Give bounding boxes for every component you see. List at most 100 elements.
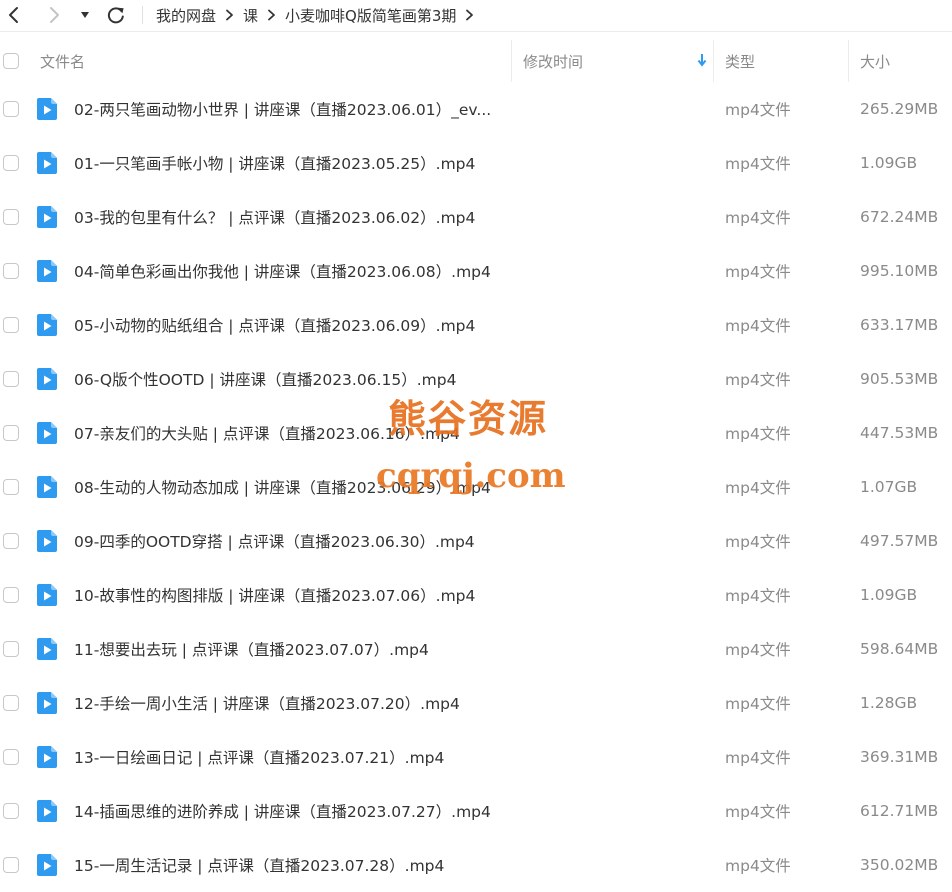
row-checkbox[interactable] — [3, 695, 19, 711]
file-name[interactable]: 03-我的包里有什么？ | 点评课（直播2023.06.02）.mp4 — [74, 190, 504, 244]
file-name[interactable]: 12-手绘一周小生活 | 讲座课（直播2023.07.20）.mp4 — [74, 676, 504, 730]
table-row[interactable]: 02-两只笔画动物小世界 | 讲座课（直播2023.06.01）_ev... mp… — [0, 82, 952, 136]
row-checkbox-cell — [0, 136, 28, 190]
row-checkbox[interactable] — [3, 857, 19, 873]
row-checkbox[interactable] — [3, 641, 19, 657]
row-checkbox[interactable] — [3, 803, 19, 819]
file-size: 672.24MB — [860, 208, 939, 226]
file-icon-cell — [36, 784, 62, 838]
file-type: mp4文件 — [725, 425, 791, 443]
chevron-left-icon — [9, 7, 18, 23]
file-type: mp4文件 — [725, 533, 791, 551]
file-icon-cell — [36, 514, 62, 568]
row-checkbox[interactable] — [3, 587, 19, 603]
table-row[interactable]: 01-一只笔画手帐小物 | 讲座课（直播2023.05.25）.mp4 mp4文件… — [0, 136, 952, 190]
table-row[interactable]: 14-插画思维的进阶养成 | 讲座课（直播2023.07.27）.mp4 mp4文… — [0, 784, 952, 838]
chevron-right-icon — [226, 9, 233, 21]
file-name[interactable]: 15-一周生活记录 | 点评课（直播2023.07.28）.mp4 — [74, 838, 504, 892]
file-name[interactable]: 02-两只笔画动物小世界 | 讲座课（直播2023.06.01）_ev... — [74, 82, 504, 136]
row-checkbox-cell — [0, 352, 28, 406]
column-header-size[interactable]: 大小 — [848, 40, 952, 82]
row-checkbox[interactable] — [3, 263, 19, 279]
row-checkbox-cell — [0, 622, 28, 676]
file-name[interactable]: 04-简单色彩画出你我他 | 讲座课（直播2023.06.08）.mp4 — [74, 244, 504, 298]
file-type: mp4文件 — [725, 857, 791, 875]
file-name[interactable]: 01-一只笔画手帐小物 | 讲座课（直播2023.05.25）.mp4 — [74, 136, 504, 190]
chevron-right-icon — [50, 7, 59, 23]
file-icon-cell — [36, 460, 62, 514]
video-file-icon — [37, 530, 57, 552]
file-size: 447.53MB — [860, 424, 939, 442]
file-icon-cell — [36, 298, 62, 352]
file-name[interactable]: 06-Q版个性OOTD | 讲座课（直播2023.06.15）.mp4 — [74, 352, 504, 406]
file-name[interactable]: 05-小动物的贴纸组合 | 点评课（直播2023.06.09）.mp4 — [74, 298, 504, 352]
row-checkbox[interactable] — [3, 101, 19, 117]
breadcrumb-item-current-folder[interactable]: 小麦咖啡Q版简笔画第3期 — [285, 5, 456, 26]
file-name[interactable]: 08-生动的人物动态加成 | 讲座课（直播2023.06.29）.mp4 — [74, 460, 504, 514]
chevron-right-icon — [268, 9, 275, 21]
row-checkbox-cell — [0, 730, 28, 784]
file-name[interactable]: 09-四季的OOTD穿搭 | 点评课（直播2023.06.30）.mp4 — [74, 514, 504, 568]
breadcrumb-item-course[interactable]: 课 — [243, 5, 258, 26]
row-checkbox[interactable] — [3, 317, 19, 333]
table-row[interactable]: 12-手绘一周小生活 | 讲座课（直播2023.07.20）.mp4 mp4文件 1… — [0, 676, 952, 730]
file-type: mp4文件 — [725, 695, 791, 713]
file-icon-cell — [36, 622, 62, 676]
select-all-checkbox[interactable] — [3, 53, 19, 69]
row-checkbox[interactable] — [3, 479, 19, 495]
file-size: 1.28GB — [860, 694, 918, 712]
row-checkbox[interactable] — [3, 749, 19, 765]
table-row[interactable]: 15-一周生活记录 | 点评课（直播2023.07.28）.mp4 mp4文件 35… — [0, 838, 952, 892]
file-list-header: 文件名 修改时间 类型 大小 — [0, 40, 952, 82]
table-row[interactable]: 05-小动物的贴纸组合 | 点评课（直播2023.06.09）.mp4 mp4文件… — [0, 298, 952, 352]
file-name[interactable]: 14-插画思维的进阶养成 | 讲座课（直播2023.07.27）.mp4 — [74, 784, 504, 838]
breadcrumb-item-my-drive[interactable]: 我的网盘 — [156, 5, 216, 26]
column-header-modified[interactable]: 修改时间 — [511, 40, 713, 82]
file-name[interactable]: 11-想要出去玩 | 点评课（直播2023.07.07）.mp4 — [74, 622, 504, 676]
video-file-icon — [37, 98, 57, 120]
back-button[interactable] — [0, 2, 28, 28]
file-size: 612.71MB — [860, 802, 939, 820]
toolbar-divider — [142, 6, 143, 24]
file-icon-cell — [36, 190, 62, 244]
table-row[interactable]: 11-想要出去玩 | 点评课（直播2023.07.07）.mp4 mp4文件 598… — [0, 622, 952, 676]
table-row[interactable]: 07-亲友们的大头贴 | 点评课（直播2023.06.16）.mp4 mp4文件 4… — [0, 406, 952, 460]
row-checkbox-cell — [0, 676, 28, 730]
file-size: 369.31MB — [860, 748, 939, 766]
row-checkbox[interactable] — [3, 155, 19, 171]
file-icon-cell — [36, 406, 62, 460]
breadcrumb-separator — [225, 9, 234, 21]
file-size: 265.29MB — [860, 100, 939, 118]
refresh-button[interactable] — [102, 2, 130, 28]
sort-down-arrow-icon[interactable] — [697, 53, 707, 67]
file-type: mp4文件 — [725, 371, 791, 389]
table-row[interactable]: 13-一日绘画日记 | 点评课（直播2023.07.21）.mp4 mp4文件 36… — [0, 730, 952, 784]
history-dropdown-button[interactable] — [74, 2, 96, 28]
table-row[interactable]: 10-故事性的构图排版 | 讲座课（直播2023.07.06）.mp4 mp4文件… — [0, 568, 952, 622]
file-name[interactable]: 10-故事性的构图排版 | 讲座课（直播2023.07.06）.mp4 — [74, 568, 504, 622]
file-type: mp4文件 — [725, 263, 791, 281]
row-checkbox[interactable] — [3, 533, 19, 549]
refresh-icon — [107, 7, 124, 24]
row-checkbox-cell — [0, 244, 28, 298]
file-list: 02-两只笔画动物小世界 | 讲座课（直播2023.06.01）_ev...mp… — [0, 82, 952, 892]
table-row[interactable]: 06-Q版个性OOTD | 讲座课（直播2023.06.15）.mp4 mp4文件… — [0, 352, 952, 406]
row-checkbox[interactable] — [3, 371, 19, 387]
table-row[interactable]: 09-四季的OOTD穿搭 | 点评课（直播2023.06.30）.mp4 mp4文… — [0, 514, 952, 568]
table-row[interactable]: 03-我的包里有什么？ | 点评课（直播2023.06.02）.mp4 mp4文件… — [0, 190, 952, 244]
file-name[interactable]: 13-一日绘画日记 | 点评课（直播2023.07.21）.mp4 — [74, 730, 504, 784]
row-checkbox[interactable] — [3, 209, 19, 225]
forward-button[interactable] — [40, 2, 68, 28]
breadcrumb-separator[interactable] — [465, 9, 474, 21]
table-row[interactable]: 04-简单色彩画出你我他 | 讲座课（直播2023.06.08）.mp4 mp4文… — [0, 244, 952, 298]
file-icon-cell — [36, 838, 62, 892]
file-type: mp4文件 — [725, 803, 791, 821]
table-row[interactable]: 08-生动的人物动态加成 | 讲座课（直播2023.06.29）.mp4 mp4文… — [0, 460, 952, 514]
file-name[interactable]: 07-亲友们的大头贴 | 点评课（直播2023.06.16）.mp4 — [74, 406, 504, 460]
column-header-type[interactable]: 类型 — [713, 40, 848, 82]
row-checkbox[interactable] — [3, 425, 19, 441]
breadcrumb-separator — [267, 9, 276, 21]
video-file-icon — [37, 476, 57, 498]
column-header-name[interactable]: 文件名 — [40, 40, 510, 82]
caret-down-icon — [81, 12, 89, 18]
